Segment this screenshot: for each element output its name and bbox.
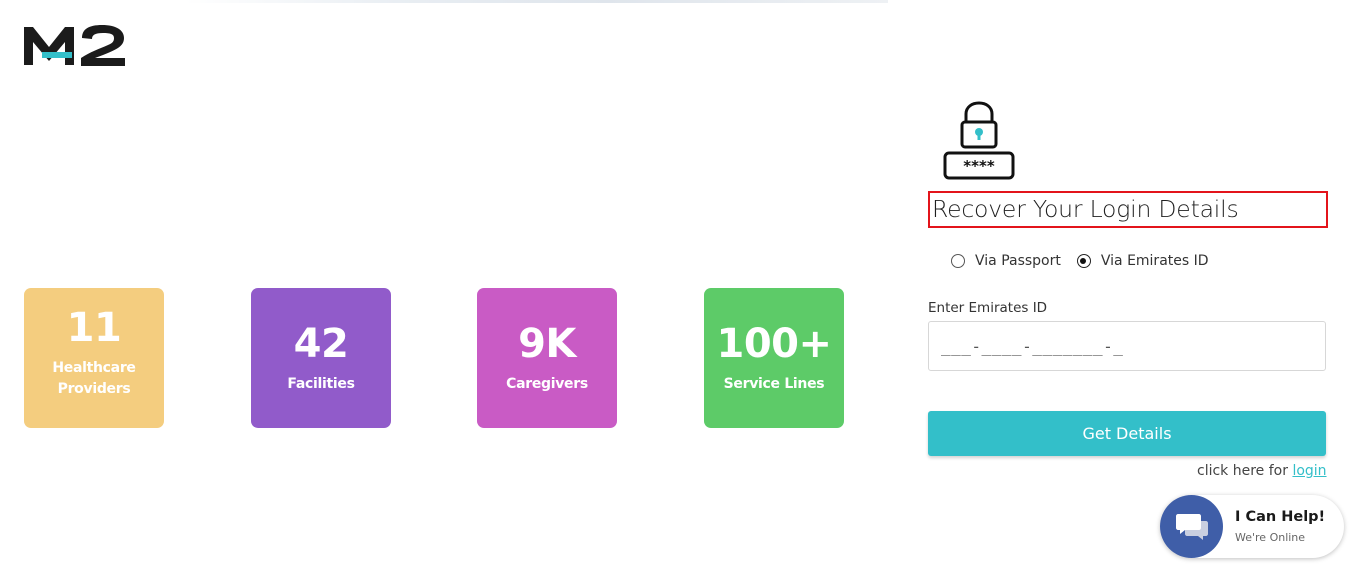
radio-button-checked[interactable] <box>1076 254 1091 268</box>
svg-text:****: **** <box>963 157 995 175</box>
lock-password-icon: **** <box>943 101 1015 180</box>
stat-value: 42 <box>293 320 349 367</box>
get-details-button[interactable]: Get Details <box>928 411 1326 456</box>
stat-label-line: Providers <box>57 381 131 397</box>
stat-card-healthcare-providers: 11 Healthcare Providers <box>24 288 164 428</box>
stat-label: Healthcare Providers <box>52 358 136 400</box>
stat-value: 11 <box>66 305 122 351</box>
stat-card-service-lines: 100+ Service Lines <box>704 288 844 428</box>
recover-login-title: Recover Your Login Details <box>928 191 1328 228</box>
radio-button-unchecked[interactable] <box>951 254 965 268</box>
chat-subtitle: We're Online <box>1235 531 1306 544</box>
stat-label-line: Healthcare <box>52 360 136 376</box>
chat-button[interactable] <box>1160 495 1223 558</box>
radio-label: Via Passport <box>975 253 1061 269</box>
stat-value: 100+ <box>716 320 832 367</box>
stat-card-facilities: 42 Facilities <box>251 288 391 428</box>
emirates-id-label: Enter Emirates ID <box>928 300 1048 316</box>
radio-via-passport[interactable]: Via Passport <box>951 253 1061 269</box>
radio-via-emirates-id[interactable]: Via Emirates ID <box>1076 253 1209 269</box>
stat-value: 9K <box>518 320 576 367</box>
chat-title: I Can Help! <box>1235 509 1326 525</box>
recovery-method-radio-group: Via Passport Via Emirates ID <box>951 253 1225 269</box>
login-hint: click here for login <box>1197 463 1327 479</box>
login-hint-text: click here for <box>1197 463 1288 479</box>
login-recovery-page: M2 11 Healthcare Providers 42 Facilities… <box>0 0 1366 581</box>
m2-logo[interactable]: M2 <box>24 25 126 67</box>
radio-label: Via Emirates ID <box>1100 253 1209 269</box>
top-banner-strip <box>185 0 888 3</box>
stat-label: Caregivers <box>506 375 588 392</box>
stat-label: Service Lines <box>723 375 825 392</box>
stat-label: Facilities <box>287 375 355 392</box>
stat-card-caregivers: 9K Caregivers <box>477 288 617 428</box>
login-link[interactable]: login <box>1292 463 1326 479</box>
emirates-id-input[interactable] <box>928 321 1326 371</box>
chat-bubbles-icon <box>1175 513 1208 540</box>
chat-widget[interactable]: I Can Help! We're Online <box>1160 495 1344 558</box>
